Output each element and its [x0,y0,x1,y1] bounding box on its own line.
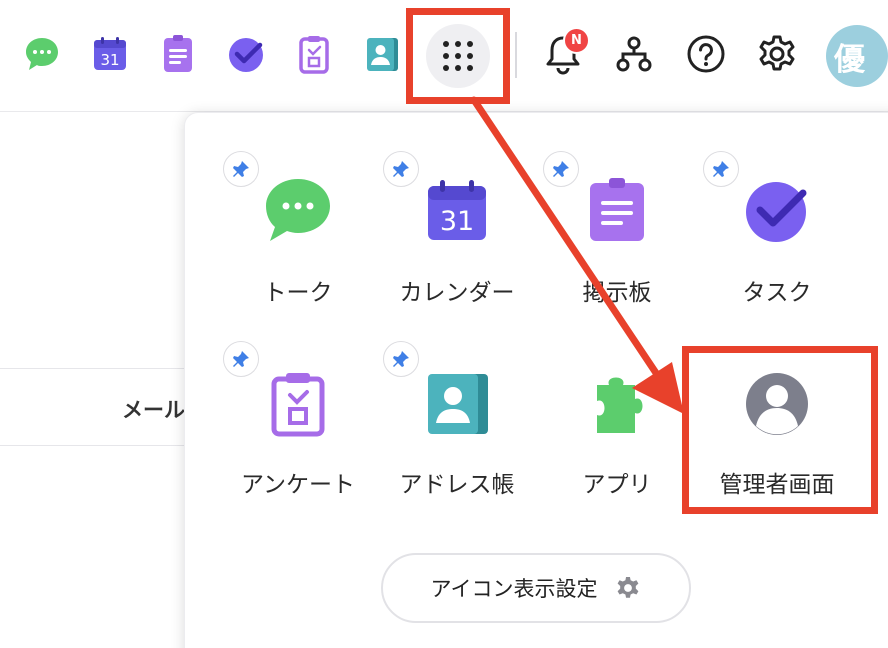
mail-column-label: メール [122,398,185,422]
highlight-box-apps-button [406,8,510,104]
app-label: アプリ [582,472,652,498]
pin-icon[interactable] [223,151,259,187]
calendar-number: 31 [440,206,474,237]
address-book-icon [418,365,496,443]
survey-icon[interactable] [292,32,336,76]
icon-display-settings-button[interactable]: アイコン表示設定 [381,553,691,623]
pin-icon[interactable] [383,341,419,377]
help-icon[interactable] [684,32,728,76]
app-tile-apps[interactable]: アプリ [539,341,695,498]
task-icon[interactable] [224,32,268,76]
notification-badge: N [563,27,590,54]
app-label: カレンダー [399,280,515,306]
calendar-icon: 31 [418,171,496,249]
app-label: タスク [742,280,812,306]
screen: メール 31 N 優 トーク 31 カレンダー 掲示板 タスク アンケート アド… [0,0,888,648]
talk-icon[interactable] [20,32,64,76]
calendar-number: 31 [100,51,119,69]
settings-button-label: アイコン表示設定 [430,577,598,601]
gear-icon [618,576,639,598]
puzzle-icon [578,365,656,443]
address-book-icon[interactable] [360,32,404,76]
app-label: 掲示板 [582,280,652,306]
app-label: アドレス帳 [399,472,515,498]
pin-icon[interactable] [703,151,739,187]
highlight-box-admin-screen [682,346,878,514]
calendar-icon[interactable]: 31 [88,32,132,76]
task-icon [738,171,816,249]
board-icon [578,171,656,249]
settings-icon[interactable] [755,32,799,76]
app-label: アンケート [240,472,356,498]
user-avatar[interactable]: 優 [826,25,888,87]
talk-icon [259,171,337,249]
survey-icon [259,365,337,443]
pin-icon[interactable] [223,341,259,377]
board-icon[interactable] [156,32,200,76]
pin-icon[interactable] [543,151,579,187]
app-label: トーク [263,280,333,306]
org-chart-icon[interactable] [612,32,656,76]
toolbar-divider [515,32,517,78]
pin-icon[interactable] [383,151,419,187]
